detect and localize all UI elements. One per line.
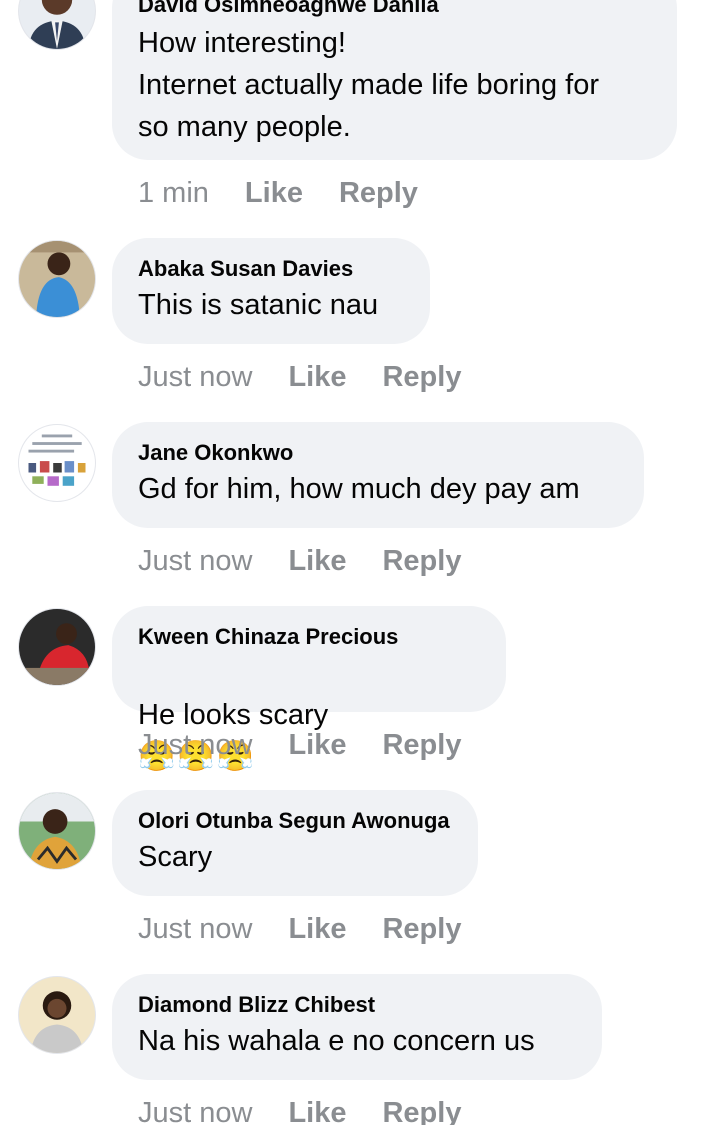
- comment-actions: Just now Like Reply: [138, 544, 497, 578]
- avatar[interactable]: [18, 608, 96, 686]
- reply-button[interactable]: Reply: [382, 728, 461, 762]
- avatar[interactable]: [18, 424, 96, 502]
- comment-timestamp[interactable]: Just now: [138, 360, 252, 394]
- reply-button[interactable]: Reply: [339, 176, 418, 210]
- comment-actions: 1 min Like Reply: [138, 176, 454, 210]
- comment-bubble: Jane Okonkwo Gd for him, how much dey pa…: [112, 422, 644, 528]
- profile-photo-product-flyer-icon: [19, 425, 95, 501]
- comment-timestamp[interactable]: Just now: [138, 912, 252, 946]
- profile-photo-woman-outdoors-icon: [19, 793, 95, 869]
- comment-timestamp[interactable]: Just now: [138, 544, 252, 578]
- avatar[interactable]: [18, 792, 96, 870]
- comment-text: Scary: [138, 841, 213, 873]
- avatar[interactable]: [18, 0, 96, 50]
- comment-bubble: Abaka Susan Davies This is satanic nau: [112, 238, 430, 344]
- comment-actions: Just now Like Reply: [138, 360, 497, 394]
- comment-feed: David Osimheoagnwe Danila How interestin…: [0, 0, 720, 1125]
- comment-author[interactable]: Kween Chinaza Precious: [138, 624, 480, 650]
- reply-button[interactable]: Reply: [382, 360, 461, 394]
- comment-author[interactable]: Abaka Susan Davies: [138, 256, 404, 282]
- comment-timestamp[interactable]: Just now: [138, 1096, 252, 1125]
- comment-author[interactable]: Diamond Blizz Chibest: [138, 992, 576, 1018]
- like-button[interactable]: Like: [245, 176, 303, 210]
- like-button[interactable]: Like: [288, 728, 346, 762]
- comment-text: Gd for him, how much dey pay am: [138, 473, 580, 505]
- like-button[interactable]: Like: [288, 360, 346, 394]
- comment-timestamp[interactable]: Just now: [138, 728, 252, 762]
- avatar[interactable]: [18, 976, 96, 1054]
- like-button[interactable]: Like: [288, 544, 346, 578]
- comment-actions: Just now Like Reply: [138, 728, 497, 762]
- comment-author[interactable]: David Osimheoagnwe Danila: [138, 0, 651, 18]
- comment-actions: Just now Like Reply: [138, 1096, 497, 1125]
- comment-bubble: David Osimheoagnwe Danila How interestin…: [112, 0, 677, 160]
- like-button[interactable]: Like: [288, 912, 346, 946]
- reply-button[interactable]: Reply: [382, 912, 461, 946]
- profile-photo-woman-smiling-icon: [19, 977, 95, 1053]
- comment-timestamp[interactable]: 1 min: [138, 176, 209, 210]
- avatar[interactable]: [18, 240, 96, 318]
- reply-button[interactable]: Reply: [382, 1096, 461, 1125]
- comment-bubble: Diamond Blizz Chibest Na his wahala e no…: [112, 974, 602, 1080]
- reply-button[interactable]: Reply: [382, 544, 461, 578]
- comment-text: How interesting! Internet actually made …: [138, 27, 600, 143]
- comment-actions: Just now Like Reply: [138, 912, 497, 946]
- comment-text-body: He looks scary: [138, 699, 329, 731]
- comment-author[interactable]: Olori Otunba Segun Awonuga: [138, 808, 452, 834]
- comment-text: Na his wahala e no concern us: [138, 1025, 535, 1057]
- comment-bubble: Kween Chinaza Precious He looks scary 😤😤…: [112, 606, 506, 773]
- like-button[interactable]: Like: [288, 1096, 346, 1125]
- profile-photo-man-in-suit-icon: [19, 0, 95, 49]
- comment-bubble: Olori Otunba Segun Awonuga Scary: [112, 790, 478, 896]
- profile-photo-red-outfit-icon: [19, 609, 95, 685]
- profile-photo-blue-shirt-icon: [19, 241, 95, 317]
- comment-text: This is satanic nau: [138, 289, 379, 321]
- comment-author[interactable]: Jane Okonkwo: [138, 440, 618, 466]
